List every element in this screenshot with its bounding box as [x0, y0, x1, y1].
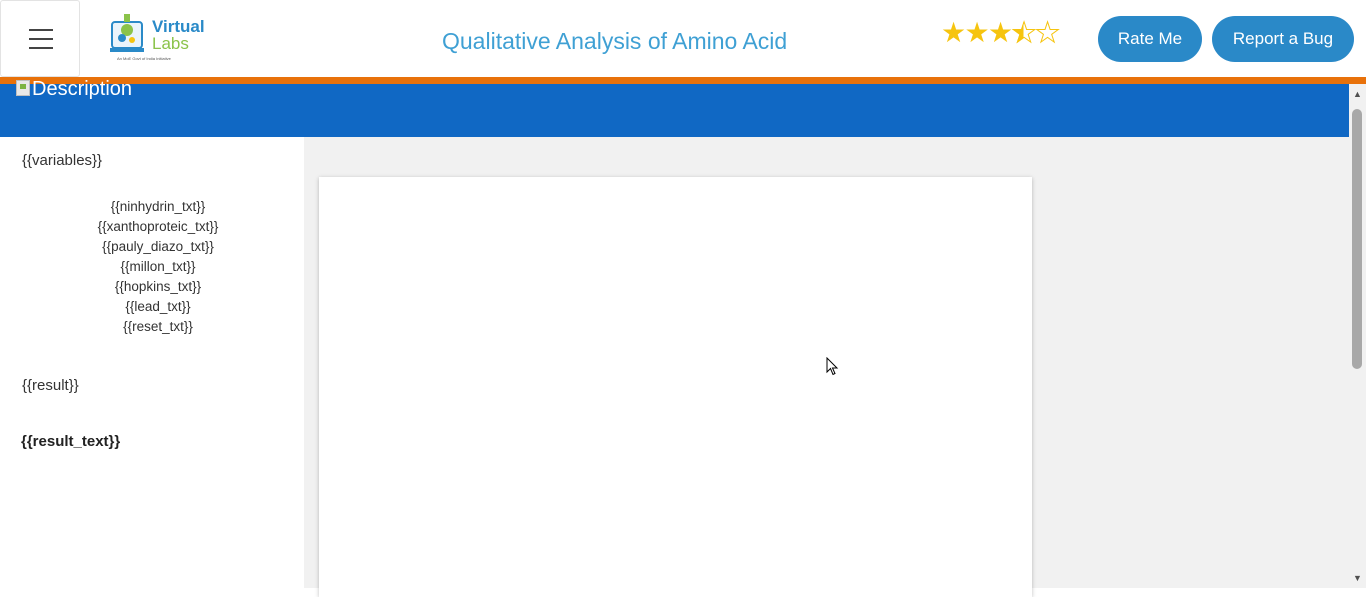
vertical-scrollbar[interactable]: ▲ ▼: [1349, 84, 1366, 588]
variable-xanthoproteic[interactable]: {{xanthoproteic_txt}}: [8, 217, 308, 237]
top-header: Virtual Labs An MoE Govt of India Initia…: [0, 0, 1366, 77]
result-heading: {{result}}: [22, 377, 79, 394]
mouse-cursor-icon: [826, 357, 839, 376]
star-half-icon[interactable]: ★: [1011, 17, 1037, 49]
description-image-alt: Description: [32, 78, 133, 100]
variable-millon[interactable]: {{millon_txt}}: [8, 257, 308, 277]
variable-pauly-diazo[interactable]: {{pauly_diazo_txt}}: [8, 237, 308, 257]
virtual-labs-logo[interactable]: Virtual Labs An MoE Govt of India Initia…: [110, 12, 205, 64]
logo-tagline: An MoE Govt of India Initiative: [117, 56, 171, 61]
scroll-thumb[interactable]: [1352, 109, 1362, 369]
star-rating[interactable]: ★ ★ ★ ★ ★: [941, 17, 1061, 49]
report-bug-button[interactable]: Report a Bug: [1212, 16, 1354, 62]
control-sidebar: {{variables}} {{ninhydrin_txt}} {{xantho…: [0, 137, 304, 588]
star-empty-icon[interactable]: ★: [1035, 17, 1061, 49]
variable-ninhydrin[interactable]: {{ninhydrin_txt}}: [8, 197, 308, 217]
variables-list: {{ninhydrin_txt}} {{xanthoproteic_txt}} …: [8, 197, 308, 337]
star-filled-icon[interactable]: ★: [941, 17, 966, 49]
scroll-down-arrow-icon[interactable]: ▼: [1349, 570, 1366, 587]
menu-button[interactable]: [0, 0, 80, 77]
variable-reset[interactable]: {{reset_txt}}: [8, 317, 308, 337]
header-divider: [0, 77, 1366, 84]
variable-hopkins[interactable]: {{hopkins_txt}}: [8, 277, 308, 297]
logo-word-labs: Labs: [152, 34, 189, 53]
variables-heading: {{variables}}: [22, 152, 103, 169]
star-filled-icon[interactable]: ★: [965, 17, 990, 49]
result-text: {{result_text}}: [21, 433, 121, 450]
simulation-canvas[interactable]: [319, 177, 1032, 597]
logo-flask-icon: [110, 14, 144, 52]
rate-me-button[interactable]: Rate Me: [1098, 16, 1202, 62]
page-title: Qualitative Analysis of Amino Acid: [442, 28, 788, 54]
description-banner: [0, 84, 1349, 137]
star-filled-icon[interactable]: ★: [988, 17, 1013, 49]
broken-image-icon: [16, 80, 30, 96]
scroll-up-arrow-icon[interactable]: ▲: [1349, 86, 1366, 103]
description-image: Description: [16, 78, 132, 101]
variable-lead[interactable]: {{lead_txt}}: [8, 297, 308, 317]
